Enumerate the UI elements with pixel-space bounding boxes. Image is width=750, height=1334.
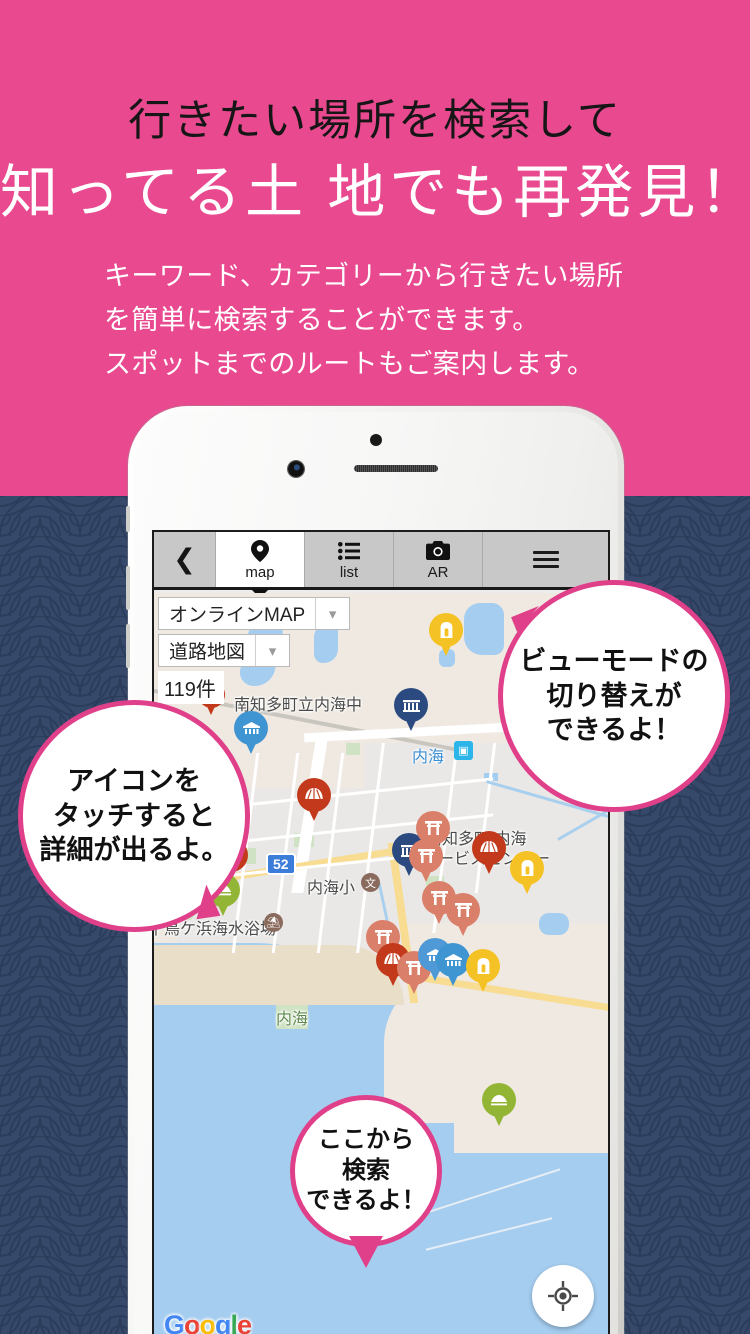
- map-label-uchimi-elementary: 内海小: [307, 880, 356, 897]
- bubble-view-line-3: できるよ！: [546, 715, 682, 746]
- map-source-value: オンラインMAP: [169, 605, 306, 626]
- hamburger-icon: [532, 547, 559, 572]
- torii-pin-icon: [409, 839, 443, 873]
- bubble-tail: [349, 1236, 383, 1268]
- bubble-view-line-1: ビューモードの: [519, 646, 709, 677]
- restroom-pin-icon: [510, 851, 544, 885]
- phone-mute-switch: [126, 506, 130, 532]
- restroom-pin-icon: [429, 613, 463, 647]
- map-type-value: 道路地図: [169, 642, 246, 663]
- map-source-select[interactable]: オンラインMAP ▾: [158, 597, 351, 630]
- building-pin-icon: [436, 943, 470, 977]
- phone-front-camera: [288, 461, 304, 477]
- bubble-search-line-3: できるよ！: [306, 1187, 426, 1215]
- tab-map-label: map: [245, 563, 275, 581]
- map-pin-shrine-2[interactable]: [297, 778, 331, 822]
- chevron-left-icon: ❮: [173, 544, 196, 574]
- map-pin-torii-5[interactable]: [446, 893, 480, 937]
- map-label-uchimi-sea: 内海: [276, 1005, 309, 1029]
- chevron-down-icon: ▾: [255, 635, 289, 666]
- chevron-down-icon: ▾: [315, 598, 349, 629]
- train-station-poi-icon: ▣: [454, 741, 473, 760]
- google-attribution: Google: [164, 1310, 252, 1334]
- tab-map[interactable]: map: [216, 532, 305, 598]
- school-poi-icon-2: 文: [361, 873, 380, 892]
- subcopy-line-1: キーワード、カテゴリーから行きたい場所: [104, 261, 624, 292]
- crosshair-icon: [548, 1281, 578, 1311]
- locate-me-button[interactable]: [532, 1265, 594, 1327]
- list-icon: [338, 540, 360, 562]
- map-pin-restroom-2[interactable]: [510, 851, 544, 895]
- map-label-uchimi-station: 内海: [412, 749, 445, 766]
- map-pin-restroom-3[interactable]: [466, 949, 500, 993]
- restroom-pin-icon: [466, 949, 500, 983]
- map-type-select[interactable]: 道路地図 ▾: [158, 634, 291, 667]
- tab-list[interactable]: list: [305, 532, 394, 587]
- bubble-icon-touch: アイコンを タッチすると 詳細が出るよ。: [18, 700, 250, 932]
- bubble-icon-line-3: 詳細が出るよ。: [39, 835, 229, 866]
- torii-pin-icon: [446, 893, 480, 927]
- phone-volume-up-button: [126, 566, 130, 610]
- bubble-view-mode: ビューモードの 切り替えが できるよ！: [498, 580, 730, 812]
- map-pin-icon: [251, 539, 269, 562]
- bubble-search-line-2: 検索: [342, 1156, 390, 1184]
- subcopy-line-2: を簡単に検索することができます。: [104, 304, 540, 335]
- result-count-chip: 119件: [158, 671, 224, 704]
- map-pin-shrine-6[interactable]: [472, 831, 506, 875]
- phone-proximity-sensor: [370, 434, 382, 446]
- map-pin-torii-3[interactable]: [409, 839, 443, 883]
- bubble-search-here: ここから 検索 できるよ！: [290, 1095, 442, 1268]
- app-top-tabbar: ❮ map list AR: [154, 532, 608, 598]
- map-pin-building-1[interactable]: [234, 711, 268, 755]
- tab-list-label: list: [339, 563, 359, 581]
- bubble-view-line-2: 切り替えが: [546, 680, 682, 711]
- map-pin-public-facility-1[interactable]: [394, 688, 428, 732]
- map-pin-restroom[interactable]: [429, 613, 463, 657]
- menu-button[interactable]: [483, 532, 608, 587]
- phone-volume-down-button: [126, 624, 130, 668]
- subcopy-line-3: スポットまでのルートもご案内します。: [104, 348, 595, 379]
- headline-block: 行きたい場所を検索して 知ってる土 地でも再発見！ キーワード、カテゴリーから行…: [0, 0, 750, 386]
- route-shield-52: 52: [266, 853, 296, 875]
- headline-subcopy: キーワード、カテゴリーから行きたい場所 を簡単に検索することができます。 スポッ…: [0, 255, 750, 386]
- bubble-icon-line-2: タッチすると: [53, 800, 215, 831]
- map-pin-building-3[interactable]: [436, 943, 470, 987]
- tab-ar-label: AR: [427, 563, 449, 581]
- map-pin-nature-2[interactable]: [482, 1083, 516, 1127]
- bubble-search-line-1: ここから: [318, 1125, 414, 1153]
- back-button[interactable]: ❮: [154, 532, 216, 587]
- building-pin-icon: [234, 711, 268, 745]
- headline-top-line: 行きたい場所を検索して: [128, 97, 622, 145]
- nature-pin-icon: [482, 1083, 516, 1117]
- headline-main-line: 知ってる土 地でも再発見！: [0, 160, 750, 226]
- beach-poi-icon: ⛱: [264, 913, 283, 932]
- public-facility-pin-icon: [394, 688, 428, 722]
- bubble-icon-line-1: アイコンを: [67, 766, 201, 797]
- tab-ar[interactable]: AR: [394, 532, 483, 587]
- map-overlay-controls: オンラインMAP ▾ 道路地図 ▾ 119件: [158, 597, 351, 704]
- phone-earpiece-speaker: [354, 465, 438, 472]
- shrine-fan-pin-icon: [472, 831, 506, 865]
- camera-icon: [426, 540, 450, 562]
- shrine-fan-pin-icon: [297, 778, 331, 812]
